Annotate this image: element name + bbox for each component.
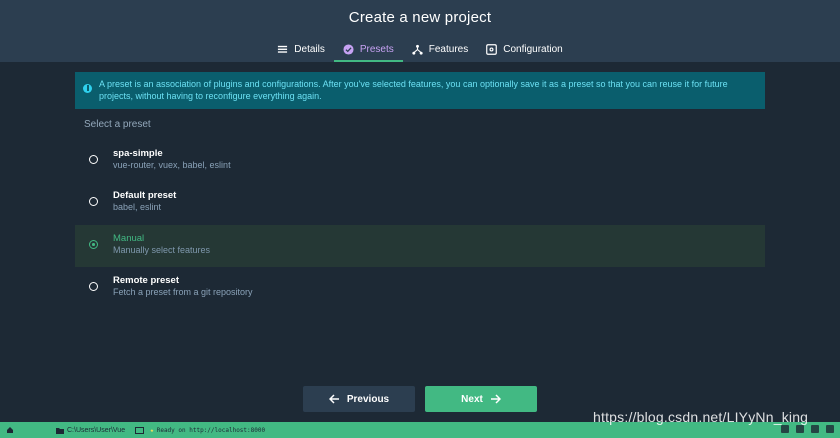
tab-configuration[interactable]: Configuration xyxy=(477,39,571,62)
home-button[interactable] xyxy=(6,426,14,434)
server-status-text: Ready on http://localhost:8000 xyxy=(156,426,266,434)
next-button[interactable]: Next xyxy=(425,386,537,412)
arrow-right-icon xyxy=(490,394,501,404)
server-status: ★ Ready on http://localhost:8000 xyxy=(150,427,265,434)
preset-item-manual[interactable]: Manual Manually select features xyxy=(75,225,765,267)
radio-button[interactable] xyxy=(89,197,98,206)
preset-description: vue-router, vuex, babel, eslint xyxy=(113,160,231,170)
watermark: https://blog.csdn.net/LIYyNn_king xyxy=(593,409,809,425)
presets-panel: A preset is an association of plugins an… xyxy=(0,62,840,422)
tab-features[interactable]: Features xyxy=(403,39,477,62)
list-icon xyxy=(278,45,288,53)
folder-icon xyxy=(56,427,64,434)
tab-details[interactable]: Details xyxy=(268,39,334,62)
console-button[interactable] xyxy=(135,426,145,434)
radio-button-selected[interactable] xyxy=(89,240,98,249)
info-banner: A preset is an association of plugins an… xyxy=(75,72,765,109)
previous-label: Previous xyxy=(346,393,390,405)
app-header: Create a new project Details Presets Fea… xyxy=(0,0,840,62)
radio-button[interactable] xyxy=(89,155,98,164)
star-icon: ★ xyxy=(150,426,154,434)
tab-label: Presets xyxy=(359,44,394,55)
check-circle-icon xyxy=(343,44,354,55)
radio-button[interactable] xyxy=(89,282,98,291)
section-label: Select a preset xyxy=(84,119,151,130)
arrow-left-icon xyxy=(328,394,339,404)
info-text: A preset is an association of plugins an… xyxy=(99,79,728,101)
status-bar-actions xyxy=(781,425,834,433)
previous-button[interactable]: Previous xyxy=(303,386,415,412)
fork-icon xyxy=(412,44,423,55)
page-title: Create a new project xyxy=(348,9,492,26)
preset-name: spa-simple xyxy=(113,148,163,159)
preset-description: Manually select features xyxy=(113,245,211,255)
info-icon xyxy=(83,84,92,93)
step-tabs: Details Presets Features Configuration xyxy=(0,39,840,62)
translate-icon[interactable] xyxy=(796,425,804,433)
preset-description: babel, eslint xyxy=(113,202,162,212)
home-icon xyxy=(7,427,13,433)
next-label: Next xyxy=(461,393,483,405)
preset-item-default[interactable]: Default preset babel, eslint xyxy=(75,182,765,224)
preset-item-spa-simple[interactable]: spa-simple vue-router, vuex, babel, esli… xyxy=(75,140,765,182)
theme-toggle-icon[interactable] xyxy=(781,425,789,433)
preset-description: Fetch a preset from a git repository xyxy=(113,287,253,297)
tab-label: Details xyxy=(294,44,325,55)
tab-label: Configuration xyxy=(503,44,563,55)
preset-name: Manual xyxy=(113,233,145,244)
terminal-icon xyxy=(135,426,145,434)
tab-presets[interactable]: Presets xyxy=(333,39,403,62)
notifications-icon[interactable] xyxy=(826,425,834,433)
preset-item-remote[interactable]: Remote preset Fetch a preset from a git … xyxy=(75,267,765,309)
preset-name: Remote preset xyxy=(113,275,179,286)
bug-icon[interactable] xyxy=(811,425,819,433)
folder-path[interactable]: C:\Users\User\Vue xyxy=(56,427,125,434)
folder-path-text: C:\Users\User\Vue xyxy=(67,426,126,434)
gear-box-icon xyxy=(486,44,498,55)
tab-label: Features xyxy=(428,44,469,55)
preset-name: Default preset xyxy=(113,190,177,201)
